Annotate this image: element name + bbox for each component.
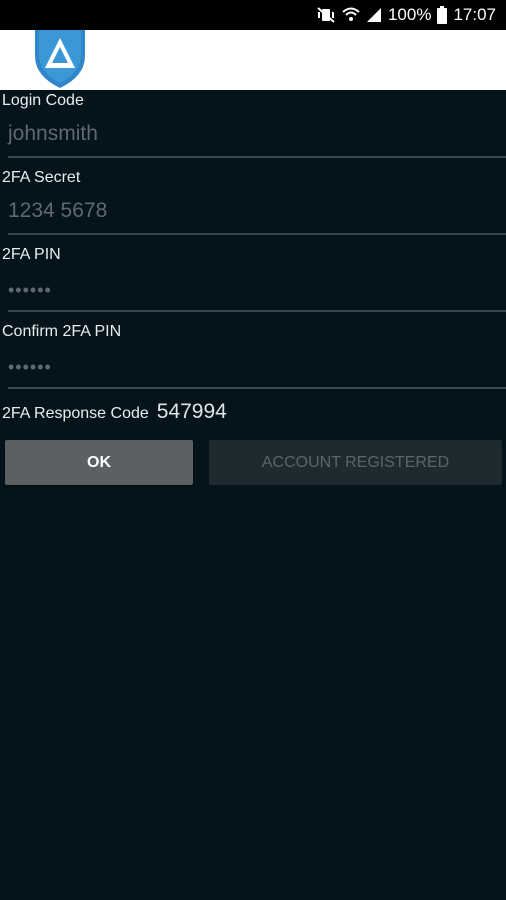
response-code-label: 2FA Response Code xyxy=(2,405,149,422)
pin-underline xyxy=(8,310,506,312)
response-code-row: 2FA Response Code 547994 xyxy=(2,400,227,428)
pin-label: 2FA PIN xyxy=(2,246,61,263)
ok-button[interactable]: OK xyxy=(5,440,193,485)
signal-icon xyxy=(366,7,382,23)
status-bar: 100% 17:07 xyxy=(0,0,506,30)
confirm-pin-label: Confirm 2FA PIN xyxy=(2,323,122,340)
secret-label: 2FA Secret xyxy=(2,169,81,186)
response-code-value: 547994 xyxy=(156,400,227,423)
secret-underline xyxy=(8,233,506,235)
battery-percent: 100% xyxy=(387,5,432,24)
confirm-pin-underline xyxy=(8,387,506,389)
vibrate-mute-icon xyxy=(316,7,336,23)
account-registered-button[interactable]: ACCOUNT REGISTERED xyxy=(209,440,502,485)
login-code-input[interactable]: johnsmith xyxy=(8,122,506,146)
secret-input[interactable]: 1234 5678 xyxy=(8,199,506,223)
confirm-pin-input[interactable]: •••••• xyxy=(8,357,506,378)
shield-logo-icon xyxy=(35,30,85,88)
battery-icon xyxy=(437,6,448,24)
clock: 17:07 xyxy=(453,5,496,24)
app-header xyxy=(0,30,506,90)
login-code-underline xyxy=(8,156,506,158)
wifi-icon xyxy=(342,7,360,23)
pin-input[interactable]: •••••• xyxy=(8,280,506,301)
login-code-label: Login Code xyxy=(2,92,84,109)
